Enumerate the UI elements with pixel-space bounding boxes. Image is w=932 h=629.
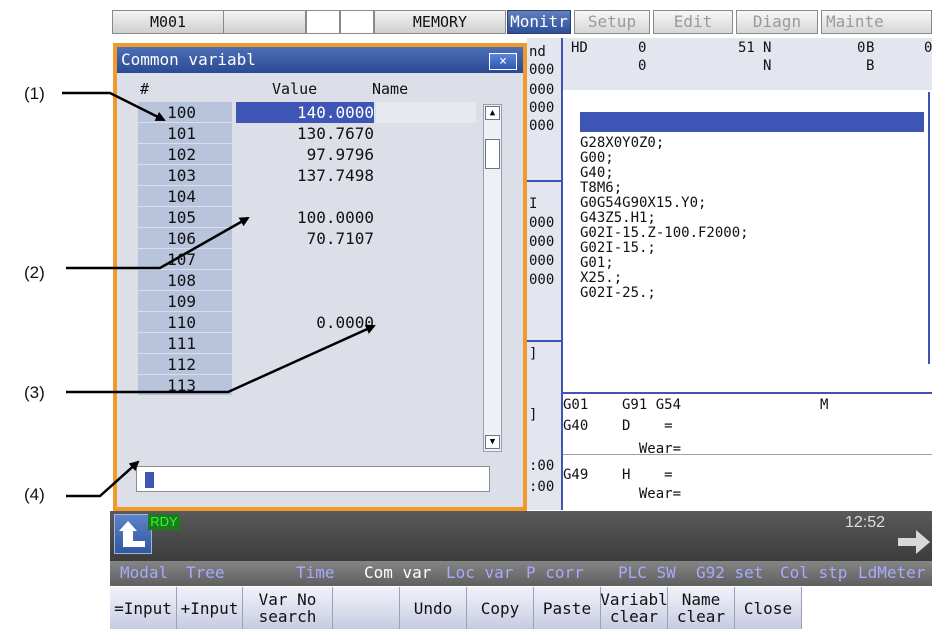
function-key-7[interactable]: Paste: [534, 587, 601, 629]
menu-item-time[interactable]: Time: [296, 561, 335, 585]
back-arrow-icon: [119, 521, 145, 547]
back-button[interactable]: [114, 514, 152, 554]
status-badge: RDY: [148, 514, 180, 530]
function-key-3[interactable]: Var No search: [243, 587, 333, 629]
function-key-9[interactable]: Name clear: [668, 587, 735, 629]
function-key-8[interactable]: Variabl clear: [600, 587, 668, 629]
menu-row: Modal Tree Time Com var Loc var P corr P…: [110, 561, 932, 586]
menu-item-g92-set[interactable]: G92 set: [696, 561, 763, 585]
function-key-10[interactable]: Close: [735, 587, 802, 629]
menu-item-ldmeter[interactable]: LdMeter: [858, 561, 925, 585]
callout-arrow-2: [66, 216, 250, 270]
arrow-right-icon: [898, 530, 930, 554]
function-key-2[interactable]: +Input: [177, 587, 243, 629]
callout-arrow-3: [66, 324, 376, 394]
menu-item-plc-sw[interactable]: PLC SW: [618, 561, 676, 585]
menu-item-p-corr[interactable]: P corr: [526, 561, 584, 585]
next-page-button[interactable]: [892, 524, 932, 560]
menu-item-modal[interactable]: Modal: [120, 561, 168, 585]
function-key-4[interactable]: [333, 587, 400, 629]
status-bar: [110, 511, 932, 561]
menu-item-tree[interactable]: Tree: [186, 561, 225, 585]
function-key-6[interactable]: Copy: [467, 587, 534, 629]
function-key-1[interactable]: =Input: [110, 587, 177, 629]
callout-arrow-4: [66, 460, 140, 498]
menu-item-loc-var[interactable]: Loc var: [446, 561, 513, 585]
menu-item-com-var[interactable]: Com var: [364, 561, 431, 585]
menu-item-col-stp[interactable]: Col stp: [780, 561, 847, 585]
function-key-5[interactable]: Undo: [400, 587, 467, 629]
clock: 12:52: [845, 514, 886, 531]
callout-arrow-1: [62, 91, 166, 122]
